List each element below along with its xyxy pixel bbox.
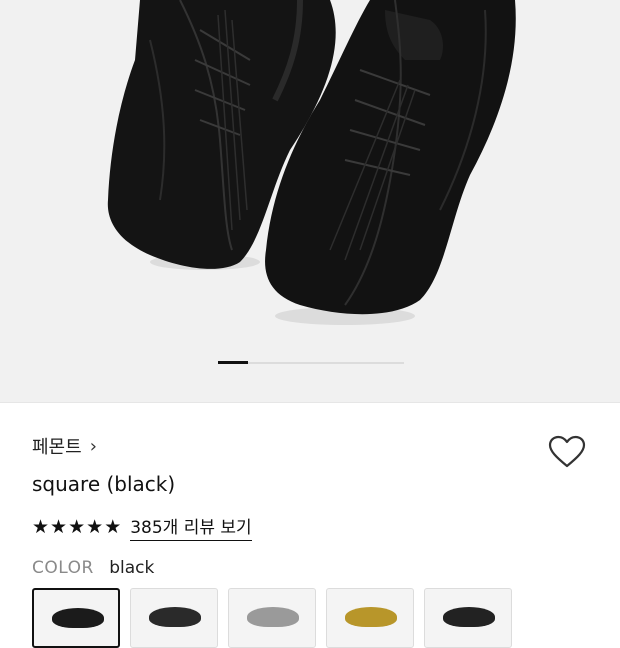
reviews-link[interactable]: 385개 리뷰 보기 [130, 513, 252, 541]
color-swatch-silver[interactable] [228, 588, 316, 648]
brand-name: 페몬트 [32, 437, 82, 458]
product-image[interactable] [0, 0, 620, 402]
wishlist-heart-icon[interactable] [548, 435, 586, 469]
brand-link[interactable]: 페몬트 › [32, 433, 97, 459]
color-swatch-black2[interactable] [424, 588, 512, 648]
star-icon: ★ [68, 515, 86, 538]
star-icon: ★ [32, 515, 50, 538]
color-swatch-dark[interactable] [130, 588, 218, 648]
color-value: black [109, 558, 155, 578]
section-divider [0, 402, 620, 403]
star-icon: ★ [86, 515, 104, 538]
product-title: square (black) [32, 472, 176, 496]
color-selector-label: COLOR black [32, 558, 154, 578]
color-swatches [32, 588, 512, 648]
star-icon: ★ [104, 515, 122, 538]
color-label: COLOR [32, 558, 94, 578]
color-swatch-gold[interactable] [326, 588, 414, 648]
star-icon: ★ [50, 515, 68, 538]
shoes-illustration [107, 0, 516, 325]
rating-stars: ★ ★ ★ ★ ★ [32, 515, 122, 538]
gallery-pager [218, 361, 404, 364]
color-swatch-black[interactable] [32, 588, 120, 648]
rating-row: ★ ★ ★ ★ ★ 385개 리뷰 보기 [32, 513, 252, 541]
chevron-right-icon: › [89, 435, 97, 457]
gallery-pager-active [218, 361, 248, 364]
